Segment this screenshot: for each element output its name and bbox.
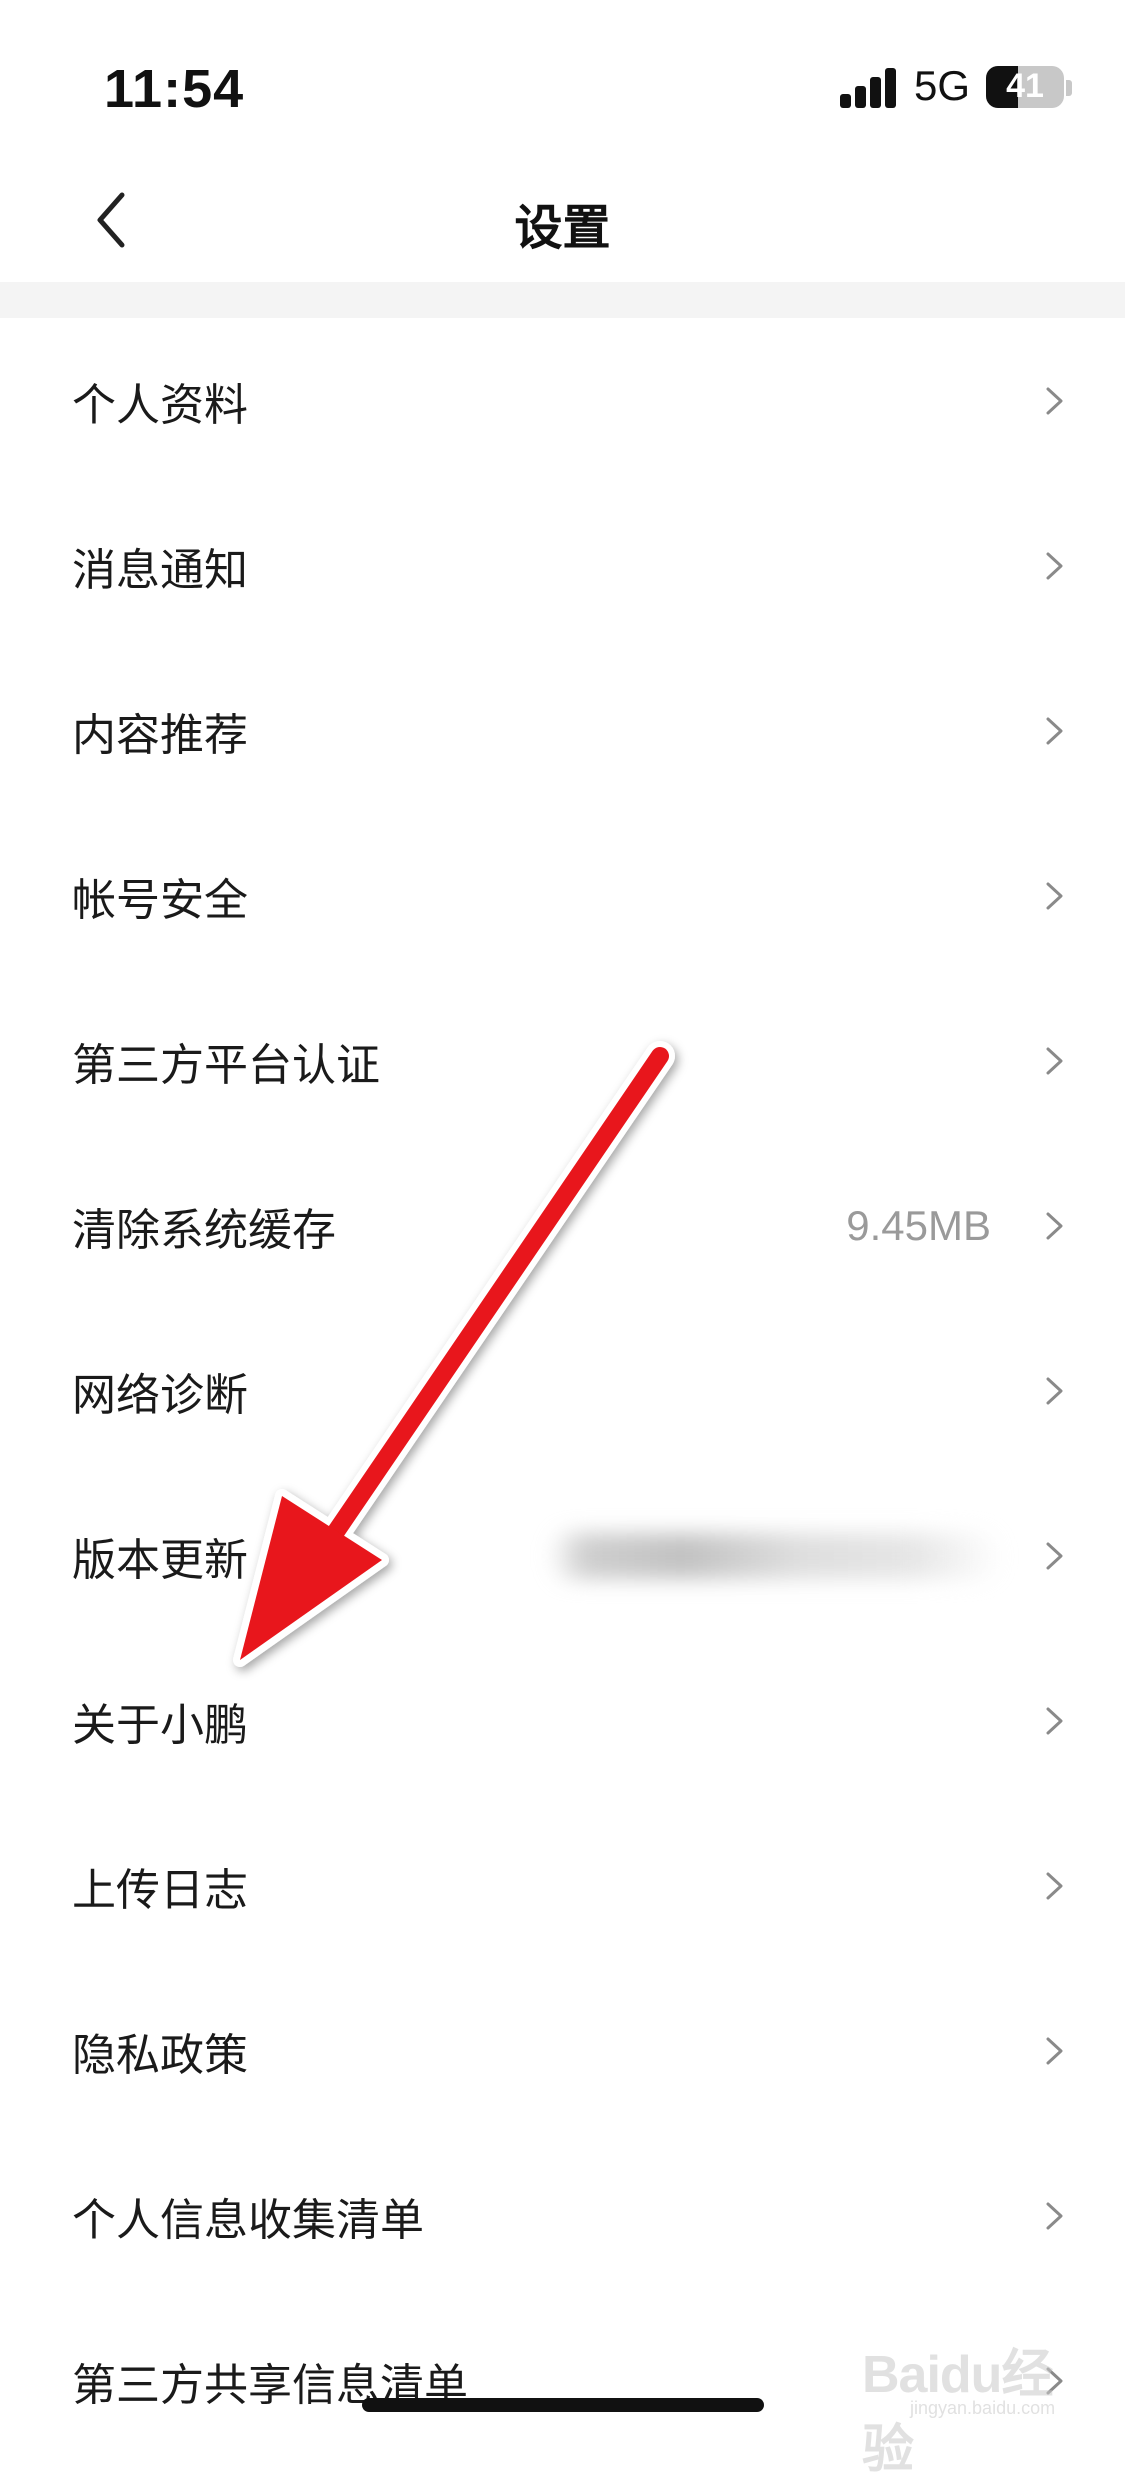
settings-item[interactable]: 消息通知	[0, 483, 1125, 648]
settings-item[interactable]: 关于小鹏	[0, 1638, 1125, 1803]
settings-item[interactable]: 上传日志	[0, 1803, 1125, 1968]
chevron-right-icon	[1046, 1872, 1063, 1899]
settings-item-label: 帐号安全	[72, 874, 248, 926]
chevron-right-icon	[1046, 1707, 1063, 1734]
settings-item[interactable]: 隐私政策	[0, 1968, 1125, 2133]
settings-item-label: 消息通知	[72, 544, 248, 596]
chevron-right-icon	[1046, 717, 1063, 744]
status-bar: 11:54 5G 41	[0, 0, 1125, 160]
chevron-right-icon	[1046, 387, 1063, 414]
settings-item-value: 9.45MB	[846, 1201, 991, 1249]
chevron-right-icon	[1046, 2202, 1063, 2229]
settings-item-label: 上传日志	[72, 1864, 248, 1916]
settings-item-label: 个人资料	[72, 379, 248, 431]
section-divider	[0, 282, 1125, 318]
network-type: 5G	[914, 62, 971, 109]
settings-item[interactable]: 个人信息收集清单	[0, 2133, 1125, 2298]
battery-icon: 41	[986, 66, 1064, 108]
settings-item-label: 清除系统缓存	[72, 1204, 336, 1256]
chevron-right-icon	[1046, 1047, 1063, 1074]
status-time: 11:54	[104, 59, 245, 119]
battery-cap	[1066, 80, 1072, 96]
settings-list: 个人资料消息通知内容推荐帐号安全第三方平台认证 清除系统缓存 9.45MB 网络诊断版…	[0, 318, 1125, 2463]
page-title: 设置	[514, 200, 611, 256]
blurred-version-info	[548, 1532, 1003, 1579]
chevron-right-icon	[1046, 1542, 1063, 1569]
chevron-right-icon	[1046, 882, 1063, 909]
watermark-url: jingyan.baidu.com	[910, 2398, 1056, 2418]
settings-item[interactable]: 网络诊断	[0, 1308, 1125, 1473]
settings-item[interactable]: 个人资料	[0, 318, 1125, 483]
settings-item-label: 个人信息收集清单	[72, 2194, 424, 2246]
cellular-signal-icon	[840, 66, 898, 108]
home-indicator[interactable]	[362, 2398, 764, 2412]
settings-item-label: 第三方平台认证	[72, 1039, 380, 1091]
settings-item-label: 关于小鹏	[72, 1699, 248, 1751]
settings-item-label: 内容推荐	[72, 709, 248, 761]
settings-item[interactable]: 内容推荐	[0, 648, 1125, 813]
battery-percentage: 41	[1006, 67, 1044, 105]
baidu-watermark: Baidu经验 jingyan.baidu.com	[862, 2326, 1102, 2479]
settings-item[interactable]: 版本更新	[0, 1473, 1125, 1638]
navigation-bar: 设置	[0, 160, 1125, 282]
chevron-right-icon	[1046, 1377, 1063, 1404]
settings-item[interactable]: 第三方平台认证	[0, 978, 1125, 1143]
chevron-right-icon	[1046, 552, 1063, 579]
chevron-right-icon	[1046, 1212, 1063, 1239]
settings-item[interactable]: 清除系统缓存 9.45MB	[0, 1143, 1125, 1308]
settings-item-label: 版本更新	[72, 1534, 248, 1586]
settings-item-label: 网络诊断	[72, 1369, 248, 1421]
settings-item-label: 隐私政策	[72, 2029, 248, 2081]
chevron-right-icon	[1046, 2037, 1063, 2064]
settings-item[interactable]: 帐号安全	[0, 813, 1125, 978]
